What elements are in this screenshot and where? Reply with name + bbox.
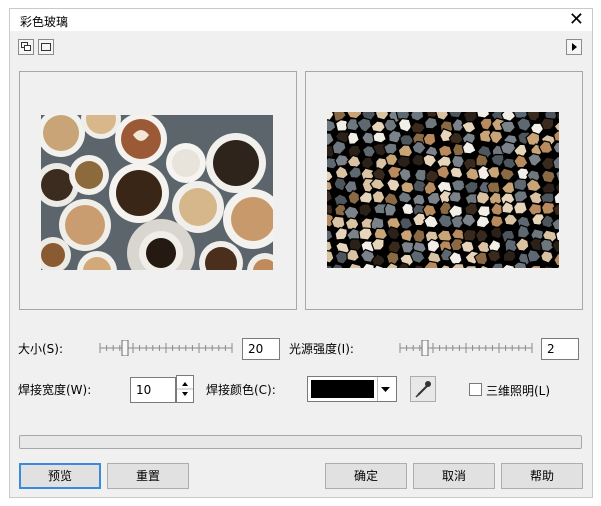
glass-tile <box>385 250 400 266</box>
glass-tile <box>540 117 555 131</box>
effect-preview-pane[interactable] <box>305 71 583 310</box>
glass-tile <box>512 201 528 215</box>
glass-tile <box>330 215 346 230</box>
light-intensity-input[interactable]: 2 <box>541 338 579 360</box>
glass-tile <box>422 132 437 147</box>
3d-lighting-label: 三维照明(L) <box>486 384 551 398</box>
stained-glass-preview-image <box>327 112 559 268</box>
glass-tile <box>512 112 529 120</box>
preview-button[interactable]: 预览 <box>19 463 101 489</box>
original-image <box>41 115 273 270</box>
single-preview-icon[interactable] <box>38 39 54 55</box>
light-intensity-label: 光源强度(I): <box>289 342 354 356</box>
weld-color-label: 焊接颜色(C): <box>206 383 276 397</box>
weld-width-input[interactable]: 10 <box>130 377 176 403</box>
glass-tile <box>397 117 413 133</box>
slider-thumb <box>121 339 129 357</box>
play-arrow-icon[interactable] <box>566 39 582 55</box>
glass-tile <box>400 240 415 254</box>
glass-tile <box>399 228 414 243</box>
glass-tile <box>383 202 398 217</box>
size-label: 大小(S): <box>18 342 64 356</box>
help-button[interactable]: 帮助 <box>501 463 583 489</box>
ok-button[interactable]: 确定 <box>325 463 407 489</box>
glass-tile <box>372 131 388 144</box>
weld-width-label: 焊接宽度(W): <box>18 383 92 397</box>
glass-tile <box>371 189 386 204</box>
slider-thumb <box>421 339 429 357</box>
glass-tile <box>489 226 504 240</box>
glass-tile <box>540 169 556 184</box>
spin-down-icon <box>182 392 188 396</box>
close-icon[interactable]: ✕ <box>569 9 584 31</box>
glass-tile <box>449 166 464 179</box>
light-intensity-slider[interactable] <box>398 339 534 357</box>
weld-color-swatch <box>311 380 374 398</box>
glass-tile <box>512 178 529 192</box>
glass-tile <box>475 153 489 168</box>
size-input[interactable]: 20 <box>242 338 280 360</box>
dual-preview-icon[interactable] <box>18 39 34 55</box>
3d-lighting-checkbox[interactable] <box>469 383 482 396</box>
spin-up-icon <box>182 382 188 386</box>
cancel-button[interactable]: 取消 <box>413 463 495 489</box>
title-bar: 彩色玻璃 ✕ <box>10 9 592 31</box>
progress-bar <box>19 435 582 449</box>
weld-color-picker[interactable] <box>307 376 397 402</box>
original-preview-pane[interactable] <box>19 71 297 310</box>
chevron-down-icon <box>381 387 390 392</box>
reset-button[interactable]: 重置 <box>107 463 189 489</box>
dialog-title: 彩色玻璃 <box>20 15 69 29</box>
eyedropper-icon[interactable] <box>410 376 436 402</box>
weld-width-spinner[interactable] <box>176 375 194 403</box>
size-slider[interactable] <box>98 339 234 357</box>
stained-glass-dialog: 彩色玻璃 ✕ 大小(S): 20 光源强度(I): 2 焊接宽度(W): 10 … <box>9 8 593 498</box>
